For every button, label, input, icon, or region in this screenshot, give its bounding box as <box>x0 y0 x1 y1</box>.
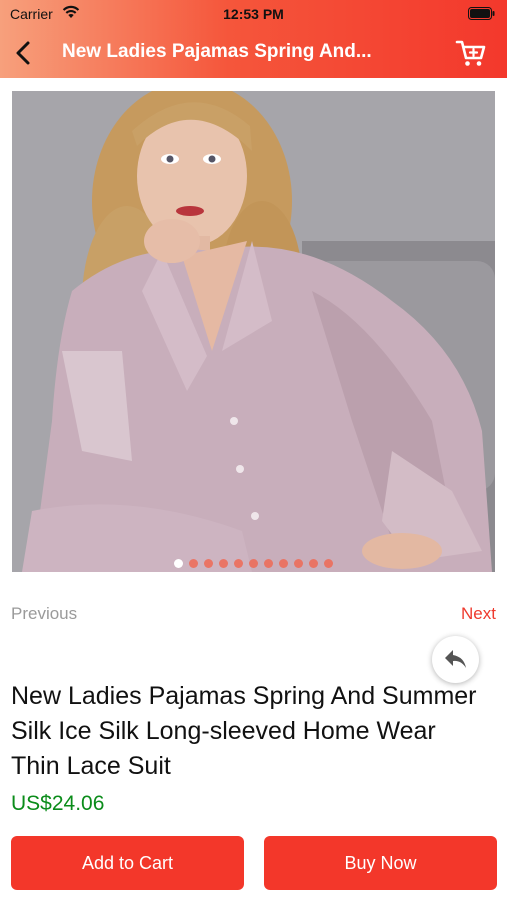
carousel-dot[interactable] <box>264 559 273 568</box>
battery-icon <box>468 7 495 20</box>
carousel-dot[interactable] <box>189 559 198 568</box>
carousel-dot[interactable] <box>204 559 213 568</box>
navigation-bar: New Ladies Pajamas Spring And... <box>0 28 507 78</box>
product-title: New Ladies Pajamas Spring And Summer Sil… <box>11 682 477 780</box>
top-bar: Carrier 12:53 PM New Ladies Pajamas Spri… <box>0 0 507 78</box>
status-bar: Carrier 12:53 PM <box>0 0 507 28</box>
buy-now-button[interactable]: Buy Now <box>264 836 497 890</box>
carousel-dot[interactable] <box>219 559 228 568</box>
carousel-dot[interactable] <box>234 559 243 568</box>
share-arrow-icon <box>445 650 466 668</box>
add-to-cart-button[interactable]: Add to Cart <box>11 836 244 890</box>
previous-link[interactable]: Previous <box>11 604 77 624</box>
next-link[interactable]: Next <box>461 604 496 624</box>
carousel-dot[interactable] <box>294 559 303 568</box>
cart-icon[interactable] <box>455 38 487 68</box>
carousel-dot[interactable] <box>249 559 258 568</box>
carousel-dot[interactable] <box>324 559 333 568</box>
status-time: 12:53 PM <box>223 6 284 22</box>
share-button[interactable] <box>432 636 479 683</box>
back-arrow-icon[interactable] <box>10 38 38 68</box>
product-image-carousel[interactable] <box>12 91 495 572</box>
page-title: New Ladies Pajamas Spring And... <box>62 41 372 62</box>
product-photo <box>12 91 495 572</box>
carousel-dot[interactable] <box>279 559 288 568</box>
carousel-dot[interactable] <box>309 559 318 568</box>
product-price: US$24.06 <box>11 792 105 815</box>
carousel-dot[interactable] <box>174 559 183 568</box>
carousel-page-indicator <box>0 555 507 568</box>
